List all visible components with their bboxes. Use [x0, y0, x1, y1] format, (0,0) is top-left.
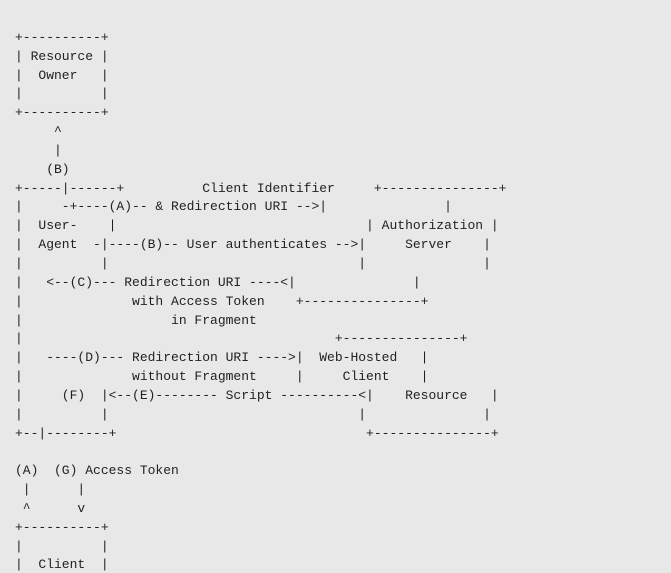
diagram-content: +----------+ | Resource | | Owner | | | … [15, 30, 506, 573]
diagram-container: +----------+ | Resource | | Owner | | | … [0, 0, 671, 573]
